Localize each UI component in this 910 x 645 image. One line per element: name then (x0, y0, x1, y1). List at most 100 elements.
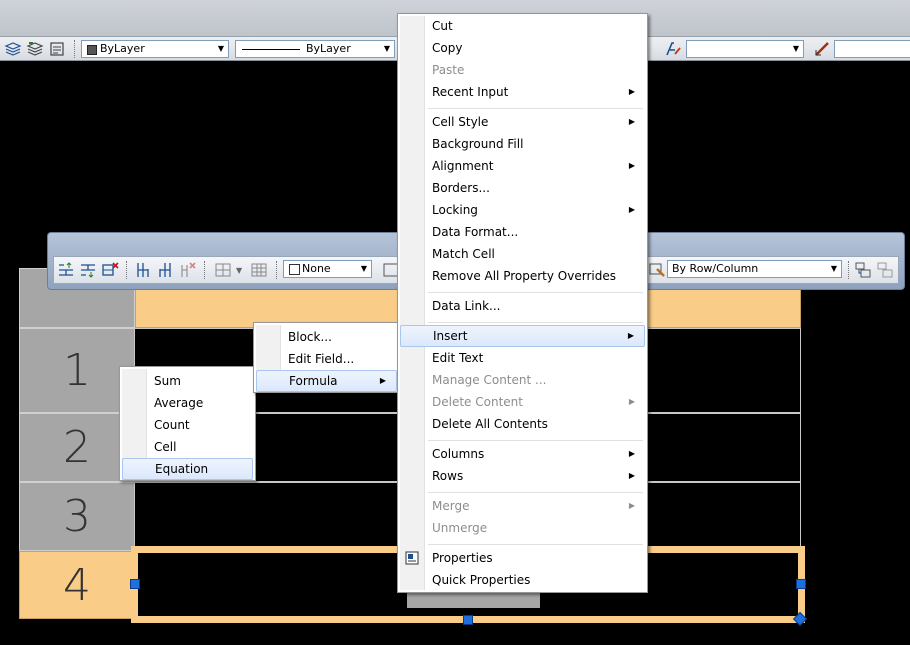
menu-item-columns[interactable]: Columns ▶ (400, 443, 645, 465)
menu-item-count[interactable]: Count (122, 414, 253, 436)
chevron-down-icon[interactable]: ▼ (236, 266, 242, 275)
menu-item-formula[interactable]: Formula ▶ (256, 370, 397, 392)
unmerge-cells-icon[interactable] (250, 261, 268, 279)
color-combo[interactable]: ByLayer ▼ (81, 40, 229, 58)
menu-separator (428, 492, 643, 494)
menu-item-label: Match Cell (432, 247, 495, 261)
menu-separator (428, 440, 643, 442)
menu-item-edit-field[interactable]: Edit Field... (256, 348, 397, 370)
chevron-down-icon: ▼ (360, 264, 368, 273)
toolbar-grip (126, 261, 130, 279)
plot-style-icon[interactable] (664, 40, 682, 58)
row-number-cell[interactable]: 1 (19, 328, 135, 413)
menu-item-recent-input[interactable]: Recent Input ▶ (400, 81, 645, 103)
menu-item-label: Count (154, 418, 190, 432)
submenu-arrow-icon: ▶ (628, 471, 635, 480)
menu-item-label: Equation (155, 462, 209, 476)
link-cell-icon[interactable] (854, 261, 872, 279)
delete-columns-icon[interactable] (178, 261, 196, 279)
menu-item-label: Borders... (432, 181, 490, 195)
row-number: 4 (63, 560, 91, 611)
by-row-column-combo[interactable]: By Row/Column ▼ (667, 260, 842, 278)
menu-item-label: Cell (154, 440, 177, 454)
menu-item-edit-text[interactable]: Edit Text (400, 347, 645, 369)
right-grip-handle[interactable] (796, 579, 806, 589)
submenu-arrow-icon: ▶ (628, 205, 635, 214)
layer-states-icon[interactable] (4, 40, 22, 58)
merge-cells-icon[interactable] (214, 261, 232, 279)
menu-item-remove-overrides[interactable]: Remove All Property Overrides (400, 265, 645, 287)
lineweight-combo[interactable] (834, 40, 910, 58)
menu-item-delete-all-contents[interactable]: Delete All Contents (400, 413, 645, 435)
chevron-down-icon: ▼ (830, 264, 838, 273)
menu-item-label: Alignment (432, 159, 494, 173)
menu-separator (428, 322, 643, 324)
menu-item-average[interactable]: Average (122, 392, 253, 414)
menu-item-unmerge[interactable]: Unmerge (400, 517, 645, 539)
menu-item-block[interactable]: Block... (256, 326, 397, 348)
submenu-arrow-icon: ▶ (628, 161, 635, 170)
menu-item-properties[interactable]: Properties (400, 547, 645, 569)
insert-row-below-icon[interactable] (79, 261, 97, 279)
menu-item-cell-style[interactable]: Cell Style ▶ (400, 111, 645, 133)
menu-item-borders[interactable]: Borders... (400, 177, 645, 199)
row-number-cell[interactable]: 2 (19, 413, 135, 482)
menu-item-quick-properties[interactable]: Quick Properties (400, 569, 645, 591)
menu-item-background-fill[interactable]: Background Fill (400, 133, 645, 155)
insert-column-left-icon[interactable] (134, 261, 152, 279)
menu-item-merge[interactable]: Merge ▶ (400, 495, 645, 517)
match-cell-icon[interactable] (648, 261, 666, 279)
make-layer-current-icon[interactable] (26, 40, 44, 58)
menu-item-paste[interactable]: Paste (400, 59, 645, 81)
insert-row-above-icon[interactable] (57, 261, 75, 279)
menu-item-label: Remove All Property Overrides (432, 269, 616, 283)
cell-borders-combo[interactable]: None ▼ (283, 260, 372, 278)
chevron-down-icon: ▼ (792, 44, 800, 53)
menu-item-label: Block... (288, 330, 332, 344)
download-from-source-icon[interactable] (876, 261, 894, 279)
layer-previous-icon[interactable] (48, 40, 66, 58)
menu-item-alignment[interactable]: Alignment ▶ (400, 155, 645, 177)
menu-separator (428, 544, 643, 546)
menu-item-delete-content[interactable]: Delete Content ▶ (400, 391, 645, 413)
plot-style-combo[interactable]: ▼ (686, 40, 804, 58)
menu-item-label: Edit Text (432, 351, 484, 365)
menu-item-locking[interactable]: Locking ▶ (400, 199, 645, 221)
menu-item-label: Edit Field... (288, 352, 355, 366)
menu-item-sum[interactable]: Sum (122, 370, 253, 392)
menu-item-label: Rows (432, 469, 464, 483)
menu-item-insert[interactable]: Insert ▶ (400, 325, 645, 347)
delete-rows-icon[interactable] (101, 261, 119, 279)
color-combo-value: ByLayer (100, 42, 145, 55)
menu-item-cut[interactable]: Cut (400, 15, 645, 37)
by-row-column-combo-value: By Row/Column (672, 262, 759, 275)
menu-item-label: Formula (289, 374, 338, 388)
menu-item-label: Paste (432, 63, 465, 77)
menu-item-label: Data Format... (432, 225, 519, 239)
menu-item-rows[interactable]: Rows ▶ (400, 465, 645, 487)
menu-item-cell[interactable]: Cell (122, 436, 253, 458)
menu-item-data-link[interactable]: Data Link... (400, 295, 645, 317)
menu-item-copy[interactable]: Copy (400, 37, 645, 59)
chevron-down-icon: ▼ (217, 44, 225, 53)
menu-item-manage-content[interactable]: Manage Content ... (400, 369, 645, 391)
submenu-arrow-icon: ▶ (627, 331, 634, 340)
bottom-grip-handle[interactable] (463, 615, 473, 625)
chevron-down-icon: ▼ (383, 44, 391, 53)
menu-item-data-format[interactable]: Data Format... (400, 221, 645, 243)
menu-item-label: Copy (432, 41, 463, 55)
row-number-cell-selected[interactable]: 4 (19, 551, 135, 619)
menu-item-label: Average (154, 396, 204, 410)
menu-item-label: Delete All Contents (432, 417, 548, 431)
row-number-cell[interactable]: 3 (19, 482, 135, 551)
toolbar-grip[interactable] (74, 40, 78, 58)
border-swatch-icon (289, 264, 300, 275)
lineweight-icon[interactable] (813, 40, 831, 58)
menu-item-equation[interactable]: Equation (122, 458, 253, 480)
submenu-arrow-icon: ▶ (628, 397, 635, 406)
left-grip-handle[interactable] (130, 579, 140, 589)
linetype-combo[interactable]: ByLayer ▼ (235, 40, 395, 58)
menu-item-match-cell[interactable]: Match Cell (400, 243, 645, 265)
insert-column-right-icon[interactable] (156, 261, 174, 279)
submenu-arrow-icon: ▶ (379, 376, 386, 385)
